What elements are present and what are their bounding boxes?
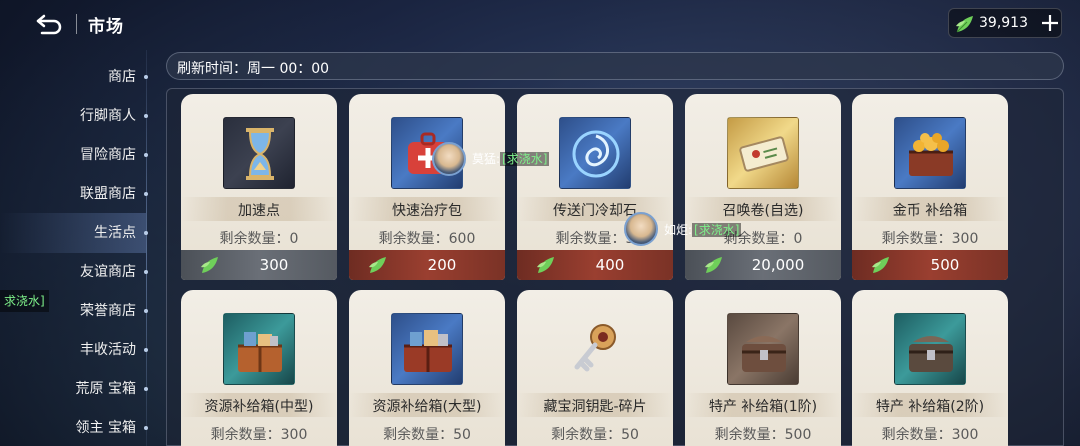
buy-button[interactable]: 20,000 [685, 250, 841, 280]
item-frame [559, 313, 631, 385]
shop-item-card[interactable]: 召唤卷(自选) 剩余数量：0 20,000 [685, 94, 841, 280]
portal-stone-icon [572, 130, 620, 178]
sidebar-dot-icon [141, 189, 151, 199]
shop-item-card[interactable]: 特产 补给箱(2阶) 剩余数量：300 [852, 290, 1008, 446]
item-name: 特产 补给箱(2阶) [875, 399, 985, 415]
sidebar-dot-icon [141, 228, 151, 238]
buy-button[interactable]: 400 [517, 250, 673, 280]
item-stock: 剩余数量：500 [714, 427, 812, 443]
sidebar-item[interactable]: 领主 宝箱 [16, 413, 136, 443]
item-frame [223, 117, 295, 189]
buy-button[interactable]: 200 [349, 250, 505, 280]
item-name: 加速点 [238, 203, 280, 219]
specialty-chest-icon [742, 336, 786, 372]
item-price: 20,000 [751, 256, 805, 274]
sidebar-item[interactable]: 冒险商店 [16, 140, 136, 170]
shop-item-card[interactable]: 金币 补给箱 剩余数量：300 500 [852, 94, 1008, 280]
refresh-bar: 刷新时间：周一 00：00 [166, 52, 1064, 80]
sidebar-item[interactable]: 生活点 [16, 218, 136, 248]
shop-item-card[interactable]: 快速治疗包剩余数量：600 200 [349, 94, 505, 280]
specialty-chest-2-icon [909, 336, 953, 372]
item-frame [559, 117, 631, 189]
shop-item-card[interactable]: 特产 补给箱(1阶) 剩余数量：500 [685, 290, 841, 446]
chat-name: 如炬: [664, 223, 693, 237]
currency-display: 39,913 [948, 8, 1062, 38]
shop-item-card[interactable]: 传送门冷却石 剩余数量：3 400 [517, 94, 673, 280]
item-name: 资源补给箱(中型) [204, 399, 314, 415]
chat-bubble: 莫猛: [求浇水] [472, 149, 550, 169]
item-frame [223, 313, 295, 385]
back-button[interactable] [34, 10, 66, 38]
item-name: 快速治疗包 [392, 203, 462, 219]
item-stock: 剩余数量：0 [219, 231, 299, 247]
sidebar-dot-icon [141, 150, 151, 160]
item-name: 金币 补给箱 [892, 203, 968, 219]
item-name: 资源补给箱(大型) [372, 399, 482, 415]
item-stock: 剩余数量：300 [881, 427, 979, 443]
item-frame [727, 313, 799, 385]
item-price: 200 [427, 256, 457, 274]
top-bar: 市场 39,913 [0, 0, 1080, 48]
sidebar-dot-icon [141, 345, 151, 355]
chat-message: [求浇水] [692, 223, 742, 237]
item-price: 300 [259, 256, 289, 274]
sidebar-dot-icon [141, 384, 151, 394]
resource-chest-icon [238, 332, 282, 372]
resource-chest-large-icon [404, 330, 452, 372]
shop-item-card[interactable]: 资源补给箱(中型) 剩余数量：300 [181, 290, 337, 446]
sidebar-dot-icon [141, 306, 151, 316]
item-stock: 剩余数量：50 [383, 427, 471, 443]
sidebar-item[interactable]: 丰收活动 [16, 335, 136, 365]
refresh-time-text: 刷新时间：周一 00：00 [177, 61, 330, 77]
item-frame [894, 117, 966, 189]
item-name: 召唤卷(自选) [722, 203, 804, 219]
chat-message: [求浇水] [500, 152, 550, 166]
sidebar-dot-icon [141, 111, 151, 121]
chat-avatar [624, 212, 658, 246]
buy-button[interactable]: 300 [181, 250, 337, 280]
leaf-currency-icon [956, 16, 973, 33]
sidebar-dot-icon [141, 267, 151, 277]
hourglass-icon [246, 128, 274, 180]
plus-icon [1042, 15, 1058, 31]
item-frame [391, 313, 463, 385]
title-divider [76, 14, 77, 34]
item-name: 特产 补给箱(1阶) [708, 399, 818, 415]
item-price: 500 [930, 256, 960, 274]
sidebar-item[interactable]: 行脚商人 [16, 101, 136, 131]
sidebar-dot-icon [141, 72, 151, 82]
gold-chest-icon [909, 133, 953, 176]
item-frame [727, 117, 799, 189]
chat-bubble: 如炬: [求浇水] [664, 220, 742, 240]
add-currency-button[interactable] [1039, 11, 1061, 35]
item-frame [894, 313, 966, 385]
chat-message-left: 求浇水] [0, 290, 49, 312]
currency-value: 39,913 [979, 15, 1028, 31]
back-arrow-icon [36, 14, 62, 35]
buy-button[interactable]: 500 [852, 250, 1008, 280]
sidebar-item[interactable]: 联盟商店 [16, 179, 136, 209]
item-stock: 剩余数量：50 [551, 427, 639, 443]
page-title: 市场 [88, 17, 124, 37]
item-name: 藏宝洞钥匙-碎片 [543, 399, 647, 415]
key-fragment-icon [574, 324, 616, 372]
sidebar-item[interactable]: 商店 [16, 62, 136, 92]
chat-name: 莫猛: [472, 152, 501, 166]
sidebar-dot-icon [141, 423, 151, 433]
sidebar-item[interactable]: 友谊商店 [16, 257, 136, 287]
sidebar-item[interactable]: 荒原 宝箱 [16, 374, 136, 404]
item-stock: 剩余数量：600 [378, 231, 476, 247]
scroll-icon [739, 136, 789, 172]
item-price: 400 [595, 256, 625, 274]
chat-avatar [432, 142, 466, 176]
shop-item-card[interactable]: 资源补给箱(大型) 剩余数量：50 [349, 290, 505, 446]
shop-item-card[interactable]: 加速点剩余数量：0 300 [181, 94, 337, 280]
shop-item-card[interactable]: 藏宝洞钥匙-碎片 剩余数量：50 [517, 290, 673, 446]
item-stock: 剩余数量：300 [881, 231, 979, 247]
item-stock: 剩余数量：300 [210, 427, 308, 443]
